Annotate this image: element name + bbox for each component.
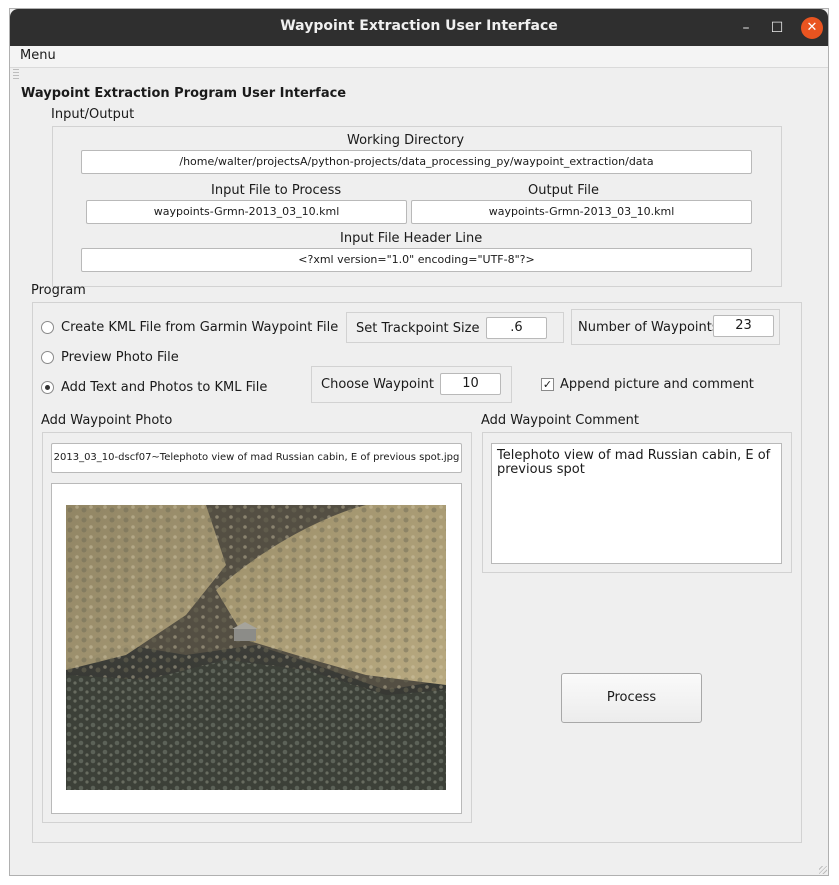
window-title: Waypoint Extraction User Interface [280, 18, 558, 34]
working-dir-label: Working Directory [347, 133, 465, 148]
working-dir-field[interactable]: /home/walter/projectsA/python-projects/d… [81, 150, 752, 174]
append-checkbox-label[interactable]: Append picture and comment [560, 377, 754, 392]
output-file-field[interactable]: waypoints-Grmn-2013_03_10.kml [411, 200, 752, 224]
menu-item[interactable]: Menu [20, 48, 56, 63]
checkmark-icon: ✓ [542, 378, 553, 391]
trackpoint-size-input[interactable]: .6 [486, 317, 547, 339]
radio-preview-photo[interactable] [41, 351, 54, 364]
input-file-field[interactable]: waypoints-Grmn-2013_03_10.kml [86, 200, 407, 224]
maximize-icon[interactable]: ☐ [766, 17, 788, 39]
process-button[interactable]: Process [561, 673, 702, 723]
header-line-label: Input File Header Line [340, 231, 483, 246]
menu-bar: Menu [10, 46, 828, 68]
photo-label: Add Waypoint Photo [41, 413, 173, 428]
app-window: Waypoint Extraction User Interface – ☐ ✕… [9, 8, 829, 876]
minimize-icon[interactable]: – [735, 17, 757, 39]
trackpoint-label: Set Trackpoint Size [356, 321, 480, 336]
choose-waypoint-label: Choose Waypoint [321, 377, 434, 392]
num-waypoints-label: Number of Waypoints [578, 320, 719, 335]
close-icon[interactable]: ✕ [801, 17, 823, 39]
title-bar[interactable]: Waypoint Extraction User Interface – ☐ ✕ [10, 9, 828, 46]
output-file-label: Output File [528, 183, 600, 198]
toolbar-grip[interactable] [13, 69, 19, 81]
choose-waypoint-input[interactable]: 10 [440, 373, 501, 395]
comment-textarea[interactable]: Telephoto view of mad Russian cabin, E o… [491, 443, 782, 564]
photo-filename-field[interactable]: 2013_03_10-dscf07~Telephoto view of mad … [51, 443, 462, 473]
radio-add-text-photos-label[interactable]: Add Text and Photos to KML File [61, 380, 267, 395]
header-line-field[interactable]: <?xml version="1.0" encoding="UTF-8"?> [81, 248, 752, 272]
input-file-label: Input File to Process [211, 183, 342, 198]
radio-add-text-photos[interactable] [41, 381, 54, 394]
waypoint-photo [66, 505, 446, 790]
resize-grip[interactable] [819, 866, 827, 874]
photo-preview-frame [51, 483, 462, 814]
comment-label: Add Waypoint Comment [481, 413, 639, 428]
radio-create-kml[interactable] [41, 321, 54, 334]
program-group-label: Program [31, 283, 86, 298]
io-group-label: Input/Output [51, 107, 135, 122]
radio-preview-photo-label[interactable]: Preview Photo File [61, 350, 179, 365]
radio-create-kml-label[interactable]: Create KML File from Garmin Waypoint Fil… [61, 320, 338, 335]
append-checkbox[interactable]: ✓ [541, 378, 554, 391]
num-waypoints-input[interactable]: 23 [713, 315, 774, 337]
app-heading: Waypoint Extraction Program User Interfa… [21, 86, 347, 101]
